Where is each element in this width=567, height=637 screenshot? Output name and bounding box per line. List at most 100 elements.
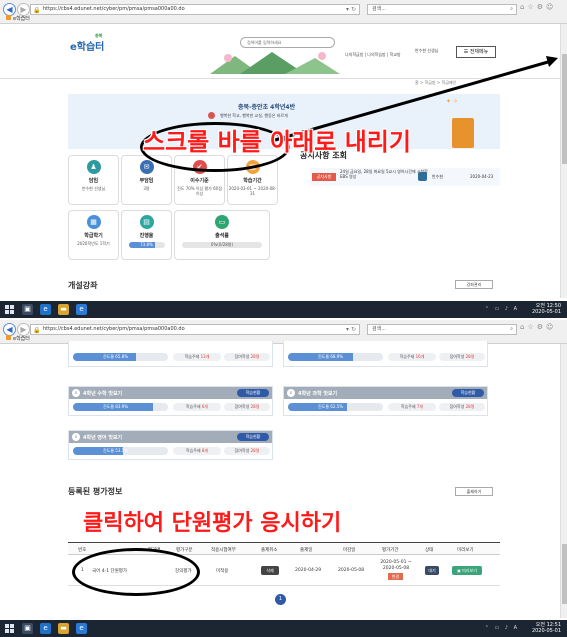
students-value: 28명 <box>465 354 475 359</box>
clock-date: 2020-05-01 <box>531 628 561 634</box>
units-label: 학습주제 <box>185 404 201 409</box>
preview-button[interactable]: ▣ 미리보기 <box>452 566 482 575</box>
col-no: 번호 <box>78 548 87 553</box>
col-cancel: 출제취소 <box>261 548 278 553</box>
browser-search-input[interactable]: 검색... ⌕ <box>367 324 517 335</box>
windows-taskbar: ▣ e ▬ e ⌃ ▭ ♪ A 오전 12:50 2020-05-01 <box>0 301 567 318</box>
pagination-page-1[interactable]: 1 <box>275 594 286 605</box>
students-value: 28명 <box>250 448 260 453</box>
units-pill: 학습주제 16개 <box>388 353 436 361</box>
lock-icon: 🔒 <box>33 327 41 334</box>
students-pill: 참여학생 28명 <box>439 353 485 361</box>
search-icon[interactable]: ⌕ <box>510 325 513 334</box>
subject-progress-bar: 진도율 65.8% <box>73 353 168 361</box>
students-value: 28명 <box>250 354 260 359</box>
col-deadline: 마감일 <box>343 548 356 553</box>
task-view-icon[interactable]: ▣ <box>22 623 33 634</box>
col-period: 평가기간 <box>382 548 399 553</box>
register-eval-button[interactable]: 출제하기 <box>455 487 493 496</box>
students-pill: 참여학생 28명 <box>439 403 485 411</box>
subject-progress-bar: 진도율 68.9% <box>288 353 383 361</box>
clock[interactable]: 오전 12:51 2020-05-01 <box>532 622 561 634</box>
annotation-ellipse-eval <box>72 548 200 596</box>
windows-taskbar: ▣ e ▬ e ⌃ ▭ ♪ A 오전 12:51 2020-05-01 <box>0 620 567 637</box>
col-status: 상태 <box>425 548 434 553</box>
students-label: 참여학생 <box>449 354 465 359</box>
file-explorer-icon[interactable]: ▬ <box>58 304 69 315</box>
address-bar[interactable]: 🔒 https://cbs4.edunet.net/cyber/pm/pmsa/… <box>30 324 360 335</box>
progress-label: 진도율 65.8% <box>103 354 129 359</box>
subject-card-partial-2: 진도율 68.9% 학습주제 16개 참여학생 28명 <box>283 341 488 367</box>
status-badge: 대기 <box>425 566 439 575</box>
study-status-button[interactable]: 학습현황 <box>237 433 269 441</box>
change-button[interactable]: 변경 <box>388 573 403 580</box>
col-type: 평가구분 <box>176 548 193 553</box>
study-status-button[interactable]: 학습현황 <box>452 389 484 397</box>
students-label: 참여학생 <box>234 404 250 409</box>
units-value: 13개 <box>200 354 210 359</box>
progress-label: 진도율 68.9% <box>318 354 344 359</box>
clock-date: 2020-05-01 <box>531 309 561 315</box>
scroll-thumb[interactable] <box>562 544 567 604</box>
students-label: 참여학생 <box>234 448 250 453</box>
click-instruction-text: 클릭하여 단원평가 응시하기 <box>83 511 342 536</box>
students-label: 참여학생 <box>234 354 250 359</box>
students-pill: 참여학생 28명 <box>224 447 270 455</box>
units-label: 학습주제 <box>400 404 416 409</box>
annotation-arrow <box>274 56 558 142</box>
subject-name: 4학년 영어 맛보기 <box>83 435 123 441</box>
subject-card-partial-1: 진도율 65.8% 학습주제 13개 참여학생 28명 <box>68 341 273 367</box>
units-pill: 학습주제 13개 <box>173 353 221 361</box>
units-pill: 학습주제 8개 <box>173 447 221 455</box>
browser-app-icon[interactable]: e <box>76 623 87 634</box>
tray-icons[interactable]: ⌃ ▭ ♪ A <box>485 306 519 312</box>
url-text: https://cbs4.edunet.net/cyber/pm/pmsa/pm… <box>43 326 185 332</box>
clock[interactable]: 오전 12:50 2020-05-01 <box>532 303 561 315</box>
subject-name: 4학년 과학 맛보기 <box>298 391 338 397</box>
subject-progress-bar: 진도율 62.5% <box>288 403 383 411</box>
col-preview: 미리보기 <box>457 548 474 553</box>
cell-deadline: 2020-05-08 <box>338 568 365 573</box>
cell-period: 2020-05-01 ~ 2020-05-08 <box>380 560 412 571</box>
units-value: 16개 <box>415 354 425 359</box>
study-status-button[interactable]: 학습현황 <box>237 389 269 397</box>
students-value: 28명 <box>465 404 475 409</box>
browser-tab[interactable]: e학습터 <box>4 335 64 344</box>
students-value: 28명 <box>250 404 260 409</box>
units-pill: 학습주제 6개 <box>173 403 221 411</box>
search-icon: ⌕ <box>287 389 295 397</box>
screenshot-top: ◀ ▶ 🔒 https://cbs4.edunet.net/cyber/pm/p… <box>0 0 567 320</box>
ie-icon[interactable]: e <box>40 623 51 634</box>
page-scrollbar[interactable] <box>560 344 567 618</box>
screenshot-bottom: ◀ ▶ 🔒 https://cbs4.edunet.net/cyber/pm/p… <box>0 320 567 637</box>
progress-label: 진도율 53.1% <box>103 448 129 453</box>
ie-icon[interactable]: e <box>40 304 51 315</box>
file-explorer-icon[interactable]: ▬ <box>58 623 69 634</box>
browser-app-icon[interactable]: e <box>76 304 87 315</box>
windows-start-icon[interactable] <box>5 305 14 314</box>
refresh-icon[interactable]: ▾ ↻ <box>346 325 356 334</box>
col-issued: 출제일 <box>300 548 313 553</box>
search-icon: ⌕ <box>72 433 80 441</box>
task-view-icon[interactable]: ▣ <box>22 304 33 315</box>
tray-icons[interactable]: ⌃ ▭ ♪ A <box>485 625 519 631</box>
units-value: 6개 <box>201 404 209 409</box>
units-label: 학습주제 <box>399 354 415 359</box>
scroll-instruction-text: 스크롤 바를 아래로 내리기 <box>143 128 411 156</box>
subject-progress-bar: 진도율 83.9% <box>73 403 168 411</box>
units-pill: 학습주제 7개 <box>388 403 436 411</box>
subject-card-science: ⌕ 4학년 과학 맛보기 학습현황 진도율 62.5% 학습주제 7개 참여학생… <box>283 386 488 416</box>
cell-applied: 미적용 <box>216 569 229 574</box>
tab-title: e학습터 <box>13 336 30 342</box>
students-pill: 참여학생 28명 <box>224 403 270 411</box>
books-illustration-icon <box>452 118 474 148</box>
subject-progress-bar: 진도율 53.1% <box>73 447 168 455</box>
browser-toolbar-icons[interactable]: ⌂☆⚙☺ <box>520 323 556 331</box>
windows-start-icon[interactable] <box>5 624 14 633</box>
units-label: 학습주제 <box>184 354 200 359</box>
delete-button[interactable]: 삭제 <box>261 566 279 575</box>
eval-section-title: 등록된 평가정보 <box>68 487 123 496</box>
subject-name: 4학년 수학 맛보기 <box>83 391 123 397</box>
col-applied: 적용시험여부 <box>211 548 236 553</box>
students-pill: 참여학생 28명 <box>224 353 270 361</box>
